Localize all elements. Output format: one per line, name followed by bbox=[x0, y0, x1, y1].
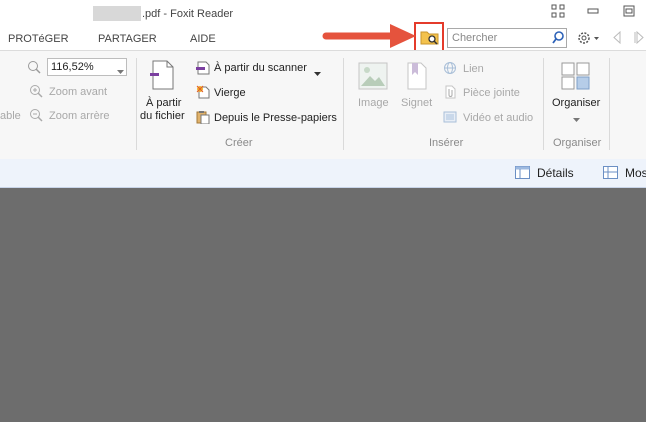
more-button[interactable]: Mos bbox=[625, 166, 646, 180]
zoom-out-icon[interactable] bbox=[29, 108, 43, 125]
attachment-icon bbox=[443, 85, 457, 102]
zoom-value: 116,52% bbox=[51, 61, 94, 73]
video-icon bbox=[443, 110, 457, 127]
image-icon[interactable] bbox=[358, 62, 388, 93]
from-file-icon[interactable] bbox=[150, 60, 176, 93]
zoom-out-button[interactable]: Zoom arrère bbox=[49, 110, 110, 122]
pointer-arrow bbox=[322, 24, 416, 48]
back-icon[interactable] bbox=[612, 30, 622, 47]
minimize-icon[interactable] bbox=[582, 4, 604, 24]
gear-icon[interactable] bbox=[576, 30, 600, 49]
search-icon[interactable] bbox=[552, 31, 565, 47]
divider bbox=[543, 58, 544, 150]
divider bbox=[343, 58, 344, 150]
details-button[interactable]: Détails bbox=[537, 166, 574, 180]
tab-aide[interactable]: AIDE bbox=[190, 33, 216, 45]
zoom-in-icon[interactable] bbox=[29, 84, 43, 101]
attachment-button[interactable]: Pièce jointe bbox=[463, 87, 520, 99]
bookmark-button[interactable]: Signet bbox=[401, 97, 432, 109]
clipboard-icon bbox=[196, 110, 210, 127]
bookmark-icon[interactable] bbox=[406, 62, 428, 93]
blurred-filename bbox=[93, 6, 141, 21]
more-icon bbox=[603, 166, 618, 182]
from-clipboard-button[interactable]: Depuis le Presse-papiers bbox=[214, 112, 337, 124]
details-icon bbox=[515, 166, 530, 182]
link-icon bbox=[443, 61, 457, 78]
chevron-down-icon[interactable] bbox=[314, 67, 321, 79]
chevron-down-icon[interactable] bbox=[573, 113, 580, 125]
window-title: .pdf - Foxit Reader bbox=[142, 8, 234, 20]
search-placeholder: Chercher bbox=[452, 32, 498, 44]
tab-proteger[interactable]: PROTéGER bbox=[8, 33, 69, 45]
from-file-button-line1[interactable]: À partir bbox=[146, 97, 181, 109]
document-area[interactable] bbox=[0, 188, 646, 422]
link-button[interactable]: Lien bbox=[463, 63, 484, 75]
organize-group-label: Organiser bbox=[553, 137, 602, 149]
video-audio-button[interactable]: Vidéo et audio bbox=[463, 112, 533, 124]
organize-button[interactable]: Organiser bbox=[552, 97, 600, 109]
zoom-in-button[interactable]: Zoom avant bbox=[49, 86, 107, 98]
highlight-box bbox=[414, 22, 444, 52]
grid-icon[interactable] bbox=[547, 4, 569, 24]
blank-icon bbox=[196, 85, 210, 102]
organize-icon[interactable] bbox=[561, 62, 591, 93]
blank-button[interactable]: Vierge bbox=[214, 87, 246, 99]
create-group-label: Créer bbox=[225, 137, 253, 149]
chevron-down-icon bbox=[117, 65, 124, 77]
insert-group-label: Insérer bbox=[429, 137, 464, 149]
from-scanner-button[interactable]: À partir du scanner bbox=[214, 62, 307, 74]
forward-icon[interactable] bbox=[634, 30, 644, 47]
divider bbox=[136, 58, 137, 150]
image-button[interactable]: Image bbox=[358, 97, 389, 109]
tab-partager[interactable]: PARTAGER bbox=[98, 33, 157, 45]
scanner-icon bbox=[196, 61, 210, 78]
from-file-button-line2[interactable]: du fichier bbox=[140, 110, 185, 122]
zoom-icon bbox=[27, 60, 41, 77]
restore-icon[interactable] bbox=[618, 4, 640, 24]
partial-label: able bbox=[0, 110, 21, 122]
divider bbox=[609, 58, 610, 150]
